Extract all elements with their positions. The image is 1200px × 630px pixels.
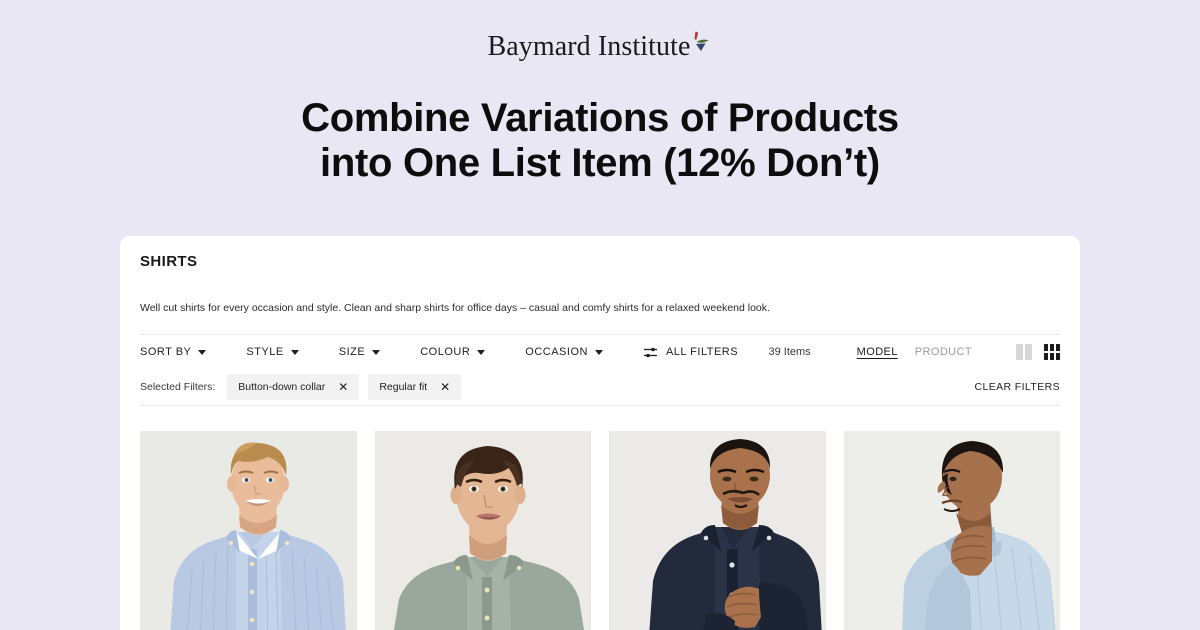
filter-sort-by-label: SORT BY (140, 346, 192, 358)
product-tile[interactable] (843, 431, 1060, 630)
filter-colour[interactable]: COLOUR (420, 346, 486, 358)
grid-tile (1044, 344, 1048, 351)
tune-sliders-icon (643, 347, 657, 357)
ecommerce-screenshot-card: SHIRTS Well cut shirts for every occasio… (120, 236, 1080, 630)
all-filters-button[interactable]: ALL FILTERS (643, 346, 738, 359)
clear-filters-link[interactable]: CLEAR FILTERS (974, 381, 1060, 393)
filter-size-label: SIZE (338, 346, 366, 358)
grid-tile (1044, 353, 1048, 360)
selected-filters-label: Selected Filters: (140, 381, 216, 393)
page-title-line-1: Combine Variations of Products (301, 96, 899, 140)
page-title-line-2: into One List Item (12% Don’t) (320, 141, 880, 185)
filter-size[interactable]: SIZE (338, 346, 381, 358)
chevron-down-icon (290, 349, 299, 355)
view-mode-model[interactable]: MODEL (857, 346, 898, 358)
filter-occasion-label: OCCASION (525, 346, 588, 358)
chevron-down-icon (477, 349, 486, 355)
grid-tile (1050, 353, 1054, 360)
grid-bar (1025, 344, 1032, 360)
filter-colour-label: COLOUR (420, 346, 471, 358)
page-title: Combine Variations of Products into One … (0, 96, 1200, 186)
view-mode-product[interactable]: PRODUCT (915, 346, 972, 358)
filter-style-label: STYLE (246, 346, 284, 358)
view-mode-toggle: MODEL PRODUCT (857, 346, 972, 358)
product-grid (140, 431, 1060, 630)
six-tile-grid-icon[interactable] (1044, 344, 1060, 360)
grid-tile (1056, 344, 1060, 351)
selected-filters-row: Selected Filters: Button-down collar ✕ R… (140, 369, 1060, 405)
selected-filter-chip[interactable]: Regular fit ✕ (368, 374, 462, 400)
product-image (843, 431, 1060, 630)
baymard-logo-mark (689, 30, 713, 60)
product-image (609, 431, 826, 630)
product-image (374, 431, 591, 630)
chevron-down-icon (198, 349, 207, 355)
brand-name: Baymard Institute (487, 31, 691, 62)
two-column-grid-icon[interactable] (1016, 344, 1032, 360)
product-tile[interactable] (140, 431, 357, 630)
filter-sort-by[interactable]: SORT BY (140, 346, 207, 358)
chevron-down-icon (594, 349, 603, 355)
chevron-down-icon (372, 349, 381, 355)
category-description: Well cut shirts for every occasion and s… (140, 302, 770, 314)
close-icon[interactable]: ✕ (440, 381, 450, 393)
close-icon[interactable]: ✕ (338, 381, 348, 393)
selected-filter-label: Regular fit (379, 381, 428, 393)
filter-occasion[interactable]: OCCASION (525, 346, 603, 358)
filter-toolbar: SORT BY STYLE SIZE COLOUR OCCASION ALL F… (140, 335, 1060, 369)
filter-toolbar-left: SORT BY STYLE SIZE COLOUR OCCASION ALL F… (140, 346, 738, 359)
grid-density-toggle (1016, 344, 1060, 360)
grid-tile (1056, 353, 1060, 360)
filter-toolbar-right: 39 Items MODEL PRODUCT (768, 344, 1060, 360)
divider-bottom (140, 405, 1060, 406)
selected-filter-chip[interactable]: Button-down collar ✕ (227, 374, 360, 400)
grid-bar (1016, 344, 1023, 360)
grid-tile (1050, 344, 1054, 351)
items-count: 39 Items (768, 346, 811, 358)
brand-logo: Baymard Institute (0, 30, 1200, 64)
product-tile[interactable] (374, 431, 591, 630)
category-title: SHIRTS (140, 253, 198, 270)
product-tile[interactable] (609, 431, 826, 630)
product-image (140, 431, 357, 630)
selected-filter-label: Button-down collar (238, 381, 326, 393)
all-filters-label: ALL FILTERS (665, 346, 739, 358)
filter-style[interactable]: STYLE (246, 346, 299, 358)
